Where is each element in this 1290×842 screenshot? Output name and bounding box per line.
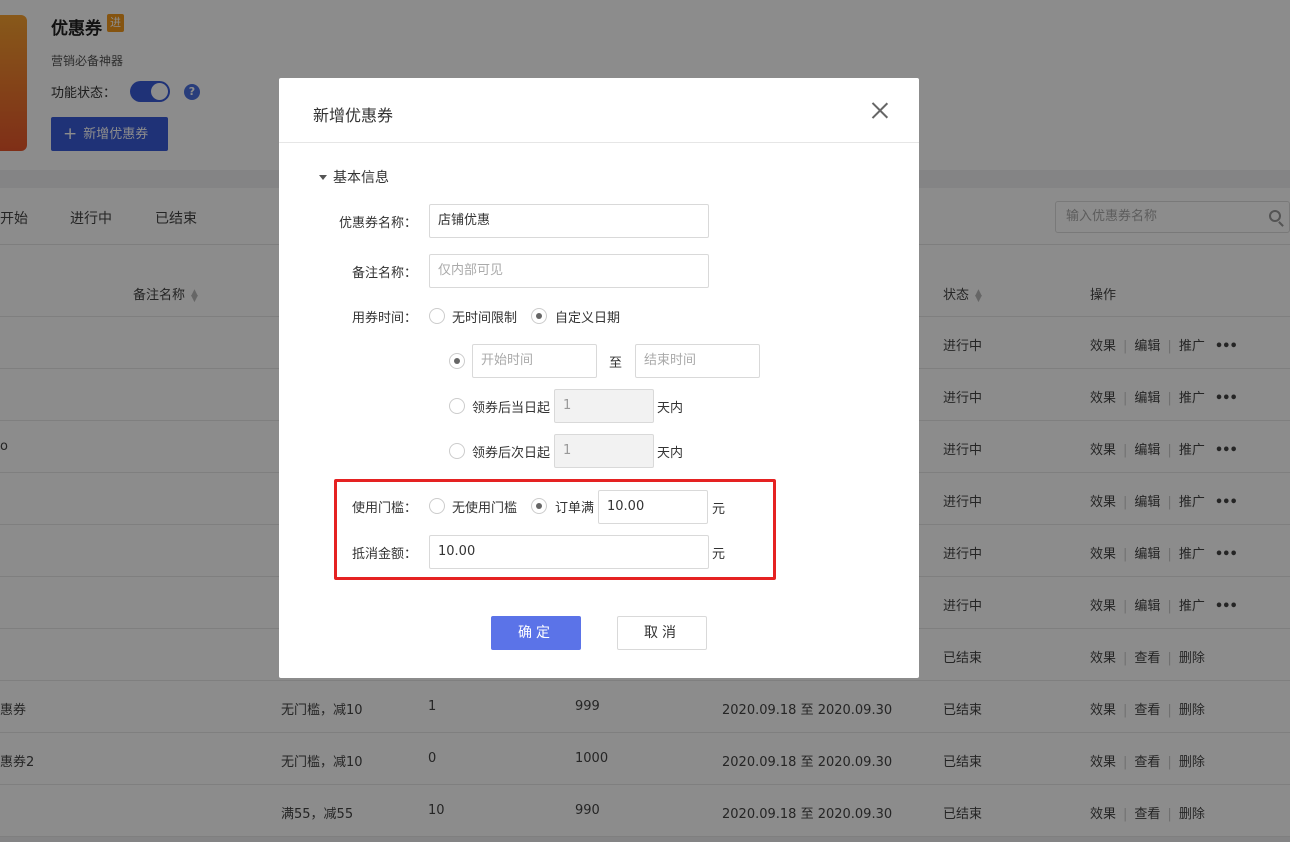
section-basic-info[interactable]: 基本信息 <box>319 167 389 187</box>
radio-date-range[interactable] <box>449 353 465 369</box>
close-icon[interactable] <box>871 101 889 119</box>
remark-label: 备注名称： <box>351 266 417 281</box>
radio-same-day[interactable] <box>449 398 465 414</box>
same-day-label: 领券后当日起 <box>472 401 551 416</box>
radio-order-min[interactable] <box>531 498 547 514</box>
discount-amount-input[interactable]: 10.00 <box>429 535 709 569</box>
threshold-unit: 元 <box>712 502 726 517</box>
dialog-header: 新增优惠券 <box>279 78 919 143</box>
next-day-suffix: 天内 <box>657 446 684 461</box>
add-coupon-dialog: 新增优惠券 基本信息 优惠券名称： 店铺优惠 备注名称： 仅内部可见 用券时间：… <box>279 78 919 678</box>
cancel-button[interactable]: 取消 <box>617 616 707 650</box>
same-day-suffix: 天内 <box>657 401 684 416</box>
radio-next-day[interactable] <box>449 443 465 459</box>
coupon-name-label: 优惠券名称： <box>338 216 417 231</box>
custom-date-label: 自定义日期 <box>555 311 621 326</box>
confirm-button[interactable]: 确定 <box>491 616 581 650</box>
order-min-label: 订单满 <box>555 501 595 516</box>
start-time-input[interactable]: 开始时间 <box>472 344 597 378</box>
remark-input[interactable]: 仅内部可见 <box>429 254 709 288</box>
use-time-label: 用券时间： <box>351 311 417 326</box>
discount-unit: 元 <box>712 547 726 562</box>
radio-no-threshold[interactable] <box>429 498 445 514</box>
caret-down-icon <box>319 175 327 180</box>
coupon-name-input[interactable]: 店铺优惠 <box>429 204 709 238</box>
end-time-input[interactable]: 结束时间 <box>635 344 760 378</box>
discount-label: 抵消金额： <box>351 547 417 562</box>
radio-no-time-limit[interactable] <box>429 308 445 324</box>
section-title-label: 基本信息 <box>333 170 389 186</box>
no-time-limit-label: 无时间限制 <box>452 311 518 326</box>
radio-custom-date[interactable] <box>531 308 547 324</box>
next-day-days-input[interactable]: 1 <box>554 434 654 468</box>
threshold-label: 使用门槛： <box>351 501 417 516</box>
threshold-amount-input[interactable]: 10.00 <box>598 490 708 524</box>
no-threshold-label: 无使用门槛 <box>452 501 518 516</box>
to-label: 至 <box>609 356 623 371</box>
next-day-label: 领券后次日起 <box>472 446 551 461</box>
dialog-title: 新增优惠券 <box>313 106 394 125</box>
same-day-days-input[interactable]: 1 <box>554 389 654 423</box>
